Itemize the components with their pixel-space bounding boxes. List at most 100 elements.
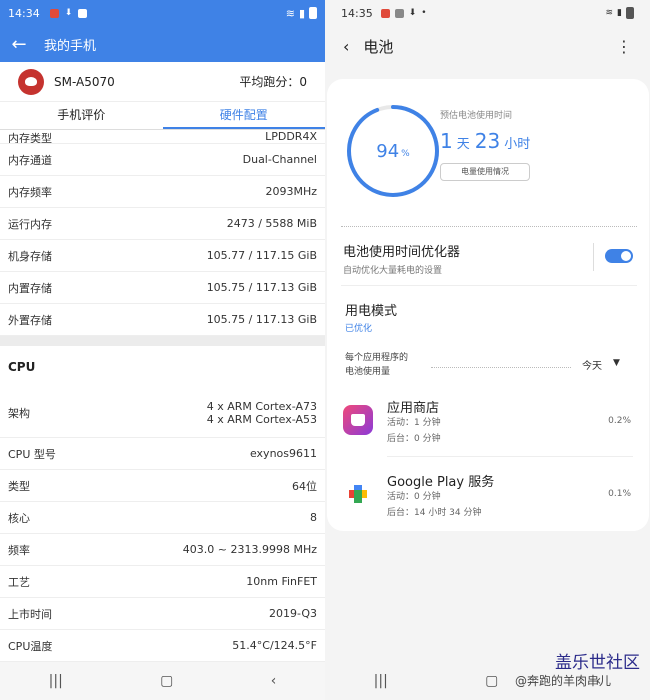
right-screen: 14:35 ⬇ • ≋ ▮ ‹ 电池 ⋮ 94 % 预估电池使用时间 1 天 2… bbox=[325, 0, 650, 700]
spec-row: 内存频率 2093MHz bbox=[0, 176, 325, 208]
spec-value: 2093MHz bbox=[265, 185, 317, 198]
spec-value: 105.75 / 117.13 GiB bbox=[206, 313, 317, 326]
spec-value: exynos9611 bbox=[249, 447, 317, 460]
nav-bar: ||| ▢ ‹ bbox=[0, 662, 325, 700]
page-title: 电池 bbox=[363, 37, 394, 56]
spec-label: 核心 bbox=[8, 511, 30, 525]
optimizer-toggle[interactable] bbox=[605, 249, 633, 263]
spec-label: 架构 bbox=[8, 406, 30, 420]
app-percent: 0.1% bbox=[608, 489, 631, 499]
app-name[interactable]: Google Play 服务 bbox=[387, 471, 494, 490]
spec-label: 机身存储 bbox=[8, 249, 52, 263]
spec-row: 核心 8 bbox=[0, 502, 325, 534]
battery-percent-symbol: % bbox=[401, 149, 410, 159]
spec-row: 类型 64位 bbox=[0, 470, 325, 502]
wifi-icon: ≋ bbox=[285, 6, 295, 20]
battery-percent: 94 % bbox=[345, 103, 441, 199]
spec-row: 外置存储 105.75 / 117.13 GiB bbox=[0, 304, 325, 336]
optimizer-title[interactable]: 电池使用时间优化器 bbox=[343, 241, 460, 260]
power-mode-value: 已优化 bbox=[345, 324, 373, 334]
estimate-days-unit: 天 bbox=[456, 137, 470, 152]
spec-label: 上市时间 bbox=[8, 607, 52, 621]
recent-apps-icon[interactable]: ||| bbox=[374, 673, 388, 689]
estimate-label: 预估电池使用时间 bbox=[440, 111, 513, 121]
signal-icon: ▮ bbox=[617, 8, 622, 18]
spec-row: 内置存储 105.75 / 117.13 GiB bbox=[0, 272, 325, 304]
estimate-value: 1 天 23 小时 bbox=[440, 129, 535, 153]
spec-value: 10nm FinFET bbox=[246, 575, 317, 588]
home-icon[interactable]: ▢ bbox=[485, 673, 498, 689]
left-screen: 14:34 ⬇ ≋ ▮ ← 我的手机 SM-A5070 平均跑分：0 手机评价 … bbox=[0, 0, 325, 700]
wifi-icon: ≋ bbox=[605, 8, 614, 18]
divider bbox=[341, 285, 637, 286]
spec-label: 外置存储 bbox=[8, 313, 52, 327]
per-app-label-line: 电池使用量 bbox=[345, 367, 391, 377]
spec-row: 工艺 10nm FinFET bbox=[0, 566, 325, 598]
spec-label: 内存频率 bbox=[8, 185, 52, 199]
back-arrow-icon[interactable]: ‹ bbox=[343, 37, 349, 56]
recent-apps-icon[interactable]: ||| bbox=[49, 673, 63, 689]
nav-back-icon[interactable]: ‹ bbox=[271, 673, 277, 689]
notification-icon bbox=[49, 8, 59, 18]
spec-row: CPU 型号 exynos9611 bbox=[0, 438, 325, 470]
spec-value: 8 bbox=[310, 511, 317, 524]
image-icon bbox=[394, 8, 404, 18]
page-title: 我的手机 bbox=[44, 38, 97, 54]
spec-value: 105.75 / 117.13 GiB bbox=[206, 281, 317, 294]
estimate-days: 1 bbox=[440, 129, 453, 153]
watermark-user: @奔跑的羊肉串儿 bbox=[515, 674, 612, 688]
spec-label: 类型 bbox=[8, 479, 30, 493]
spec-label: 工艺 bbox=[8, 575, 30, 589]
status-icons: ⬇ • bbox=[380, 8, 427, 18]
chevron-down-icon[interactable]: ▼ bbox=[613, 358, 620, 368]
back-arrow-icon[interactable]: ← bbox=[10, 34, 28, 55]
spec-row: 运行内存 2473 / 5588 MiB bbox=[0, 208, 325, 240]
divider bbox=[341, 226, 637, 227]
cpu-arch-line: 4 x ARM Cortex-A73 bbox=[206, 399, 317, 413]
cpu-arch-line: 4 x ARM Cortex-A53 bbox=[206, 412, 317, 426]
battery-icon bbox=[626, 7, 634, 19]
spec-row: 上市时间 2019-Q3 bbox=[0, 598, 325, 630]
spec-label: 内存类型 bbox=[8, 132, 52, 144]
status-icons: ⬇ bbox=[49, 8, 88, 18]
status-right-icons: ≋ ▮ bbox=[605, 7, 634, 19]
watermark-title: 盖乐世社区 bbox=[555, 653, 640, 673]
notification-icon bbox=[380, 8, 390, 18]
tab-hardware-config[interactable]: 硬件配置 bbox=[162, 102, 325, 129]
spec-value: 4 x ARM Cortex-A73 4 x ARM Cortex-A53 bbox=[207, 400, 317, 426]
spec-row: 内存类型 LPDDR4X bbox=[0, 130, 325, 144]
spec-value: 2473 / 5588 MiB bbox=[226, 217, 317, 230]
app-name[interactable]: 应用商店 bbox=[387, 397, 439, 416]
spec-label: 内置存储 bbox=[8, 281, 52, 295]
galaxy-store-icon bbox=[343, 405, 373, 435]
signal-icon: ▮ bbox=[298, 6, 305, 20]
app-bar: ← 我的手机 bbox=[0, 26, 325, 62]
per-app-label-line: 每个应用程序的 bbox=[345, 353, 409, 363]
app-background-time: 后台：14 小时 34 分钟 bbox=[387, 508, 482, 518]
app-percent: 0.2% bbox=[608, 416, 631, 426]
period-select[interactable]: 今天 bbox=[582, 357, 602, 372]
app-usage: 活动：0 分钟 后台：14 小时 34 分钟 bbox=[387, 489, 482, 521]
spec-value: LPDDR4X bbox=[265, 130, 317, 143]
per-app-label: 每个应用程序的 电池使用量 bbox=[345, 351, 408, 379]
dot-icon: • bbox=[421, 8, 427, 18]
battery-card: 94 % 预估电池使用时间 1 天 23 小时 电量使用情况 电池使用时间优化器… bbox=[327, 79, 649, 531]
estimate-hours-unit: 小时 bbox=[504, 137, 531, 152]
more-vert-icon[interactable]: ⋮ bbox=[616, 37, 632, 56]
cpu-section-title: CPU bbox=[8, 360, 36, 374]
divider bbox=[431, 367, 571, 368]
bag-icon bbox=[78, 8, 88, 18]
status-bar: 14:35 ⬇ • ≋ ▮ bbox=[325, 0, 650, 26]
spec-row: 内存通道 Dual-Channel bbox=[0, 144, 325, 176]
average-score: 平均跑分：0 bbox=[239, 75, 307, 89]
download-icon: ⬇ bbox=[408, 8, 417, 18]
battery-usage-button[interactable]: 电量使用情况 bbox=[440, 163, 530, 181]
tab-bar: 手机评价 硬件配置 bbox=[0, 102, 325, 130]
power-mode-title[interactable]: 用电模式 bbox=[345, 300, 397, 319]
tab-phone-review[interactable]: 手机评价 bbox=[0, 102, 163, 129]
spec-value: 64位 bbox=[292, 479, 317, 493]
app-active-time: 活动：0 分钟 bbox=[387, 492, 441, 502]
device-name: SM-A5070 bbox=[54, 74, 115, 89]
status-time: 14:35 bbox=[341, 6, 373, 20]
home-icon[interactable]: ▢ bbox=[160, 673, 173, 689]
